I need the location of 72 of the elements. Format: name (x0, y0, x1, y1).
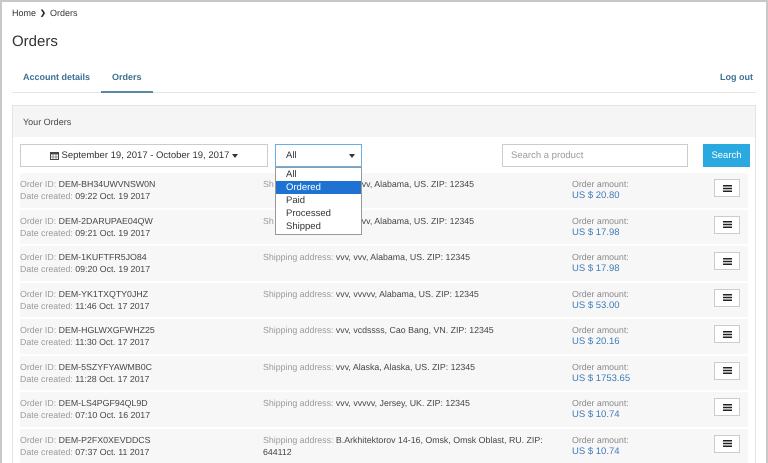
page-title: Orders (12, 32, 59, 51)
menu-button[interactable] (714, 362, 740, 380)
panel-title: Your Orders (23, 116, 72, 126)
shipping-address: Shipping address: vvv, vvv, Alabama, US. ZIP: 12345 (263, 251, 472, 263)
menu-icon (722, 221, 732, 228)
order-id: Order ID: DEM-HGLWXGFWHZ25 (20, 324, 156, 336)
shipping-address: vv, Alabama, US. ZIP: 12345 (362, 179, 474, 189)
menu-button[interactable] (714, 179, 740, 197)
menu-icon (722, 294, 732, 301)
shipping-label: Sh (263, 179, 274, 189)
caret-icon (232, 154, 238, 158)
order-date: Date created: 11:28 Oct. 17 2017 (20, 372, 150, 384)
order-date: Date created: 11:46 Oct. 17 2017 (20, 300, 150, 312)
order-amount: US $ 53.00 (572, 300, 621, 312)
tab[interactable]: Orders (101, 62, 153, 93)
order-date: Date created: 09:21 Oct. 19 2017 (20, 226, 152, 238)
order-amount: US $ 10.74 (572, 446, 621, 458)
shipping-label: Sh (263, 216, 274, 226)
order-id: Order ID: DEM-P2FX0XEVDDCS (20, 434, 152, 446)
order-id: Order ID: DEM-LS4PGF94QL9D (20, 397, 149, 409)
search-field[interactable]: Search a product (502, 144, 688, 167)
amount-label: Order amount: (572, 324, 630, 336)
order-amount: US $ 20.80 (572, 190, 621, 202)
order-amount: US $ 17.98 (572, 263, 621, 275)
amount-label: Order amount: (572, 251, 630, 263)
amount-label: Order amount: (572, 288, 630, 300)
order-id: Order ID: DEM-YK1TXQTY0JHZ (20, 288, 150, 300)
menu-button[interactable] (714, 252, 740, 270)
order-date: Date created: 11:30 Oct. 17 2017 (20, 336, 150, 348)
shipping-address: Shipping address: vvv, vvvvv, Jersey, UK. ZIP: 12345 (263, 397, 471, 409)
order-amount: US $ 10.74 (572, 409, 621, 421)
dropdown-option[interactable]: Ordered (276, 181, 361, 194)
shipping-address: Shipping address: vvv, Alaska, Alaska, US. ZIP: 12345 (263, 360, 476, 372)
amount-label: Order amount: (572, 360, 630, 372)
date-range-button[interactable]: September 19, 2017 - October 19, 2017 (20, 144, 268, 167)
menu-icon (722, 330, 732, 338)
calendar-icon (50, 151, 59, 160)
order-id: Order ID: DEM-2DARUPAE04QW (20, 214, 154, 226)
menu-button[interactable] (714, 434, 740, 452)
order-date: Date created: 07:10 Oct. 16 2017 (20, 409, 152, 421)
shipping-address: vv, Alabama, US. ZIP: 12345 (362, 216, 474, 226)
tab[interactable]: Account details (12, 62, 102, 93)
amount-label: Order amount: (572, 434, 630, 446)
menu-button[interactable] (714, 216, 740, 234)
order-id: Order ID: DEM-5SZYFYAWMB0C (20, 360, 153, 372)
menu-icon (722, 184, 732, 192)
shipping-address: Shipping address: B.Arkhitektorov 14-16, Omsk, Omsk Oblast, RU. ZIP: 644112 (263, 434, 544, 458)
order-id: Order ID: DEM-1KUFTFR5JO84 (20, 251, 148, 263)
status-select[interactable]: All (275, 144, 362, 167)
menu-icon (722, 258, 732, 264)
breadcrumb-link[interactable]: Home (12, 8, 36, 18)
order-id: Order ID: DEM-BH34UWVNSW0N (20, 178, 156, 190)
menu-button[interactable] (714, 288, 740, 306)
logout-link[interactable]: Log out (717, 62, 756, 92)
order-amount: US $ 17.98 (572, 226, 621, 238)
breadcrumb-current: Orders (50, 8, 78, 18)
order-date: Date created: 09:22 Oct. 19 2017 (20, 190, 152, 202)
amount-label: Order amount: (572, 178, 630, 190)
amount-label: Order amount: (572, 214, 630, 226)
menu-icon (722, 367, 732, 374)
menu-icon (722, 440, 732, 447)
order-date: Date created: 09:20 Oct. 19 2017 (20, 263, 152, 275)
shipping-address: Shipping address: vvv, vvvvv, Alabama, US. ZIP: 12345 (263, 288, 480, 300)
order-date: Date created: 07:37 Oct. 11 2017 (20, 446, 150, 458)
order-amount: US $ 20.16 (572, 336, 621, 348)
menu-icon (722, 404, 732, 410)
order-amount: US $ 1753.65 (572, 372, 632, 384)
menu-button[interactable] (714, 398, 740, 416)
menu-button[interactable] (714, 325, 740, 343)
caret-icon (349, 154, 355, 158)
shipping-address: Shipping address: vvv, vcdssss, Cao Bang, VN. ZIP: 12345 (263, 324, 495, 336)
amount-label: Order amount: (572, 397, 630, 409)
